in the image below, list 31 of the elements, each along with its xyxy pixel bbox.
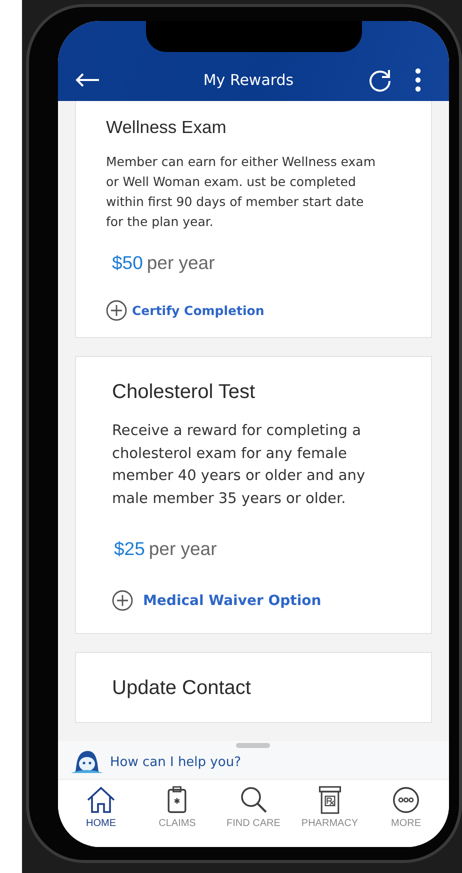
- reward-amount: $25: [114, 538, 145, 559]
- chat-assistant-icon[interactable]: [70, 749, 104, 775]
- more-options-icon[interactable]: [415, 68, 421, 92]
- reward-description: Receive a reward for completing a cholesterol exam for any female member 40 years or older and any male member 35 years or older.: [112, 422, 366, 508]
- nav-tab[interactable]: PHARMACY: [292, 786, 367, 847]
- nav-tab[interactable]: CLAIMS: [140, 786, 214, 847]
- drag-handle[interactable]: [236, 743, 270, 748]
- clipboard-icon: [166, 786, 188, 814]
- reward-period: per year: [148, 538, 217, 559]
- nav-tab[interactable]: FIND CARE: [216, 786, 290, 847]
- reward-action-link[interactable]: Medical Waiver Option: [143, 592, 322, 608]
- reward-title: Wellness Exam: [106, 117, 228, 138]
- search-icon: [240, 786, 268, 814]
- plus-circle-icon[interactable]: [106, 300, 127, 321]
- chat-bar[interactable]: How can I help you?: [58, 741, 449, 779]
- reward-amount: $50: [112, 252, 143, 273]
- nav-tab[interactable]: MORE: [369, 786, 443, 847]
- pill-bottle-icon: [318, 786, 342, 814]
- reward-description: Member can earn for either Wellness exam or Well Woman exam. ust be completed within first 90 days of member start date for the plan year.: [106, 153, 377, 231]
- chat-prompt[interactable]: How can I help you?: [110, 754, 241, 770]
- reward-title: Update Contact: [112, 677, 252, 700]
- more-circle-icon: [391, 786, 421, 814]
- reward-title: Cholesterol Test: [112, 381, 256, 404]
- plus-circle-icon[interactable]: [112, 590, 133, 611]
- back-arrow-icon[interactable]: [74, 72, 100, 88]
- reward-period: per year: [146, 252, 215, 273]
- house-icon: [86, 786, 116, 814]
- refresh-icon[interactable]: [367, 67, 393, 93]
- reward-action-link[interactable]: Certify Completion: [132, 303, 264, 318]
- nav-tab[interactable]: HOME: [64, 786, 138, 847]
- screen-title: My Rewards: [202, 71, 295, 89]
